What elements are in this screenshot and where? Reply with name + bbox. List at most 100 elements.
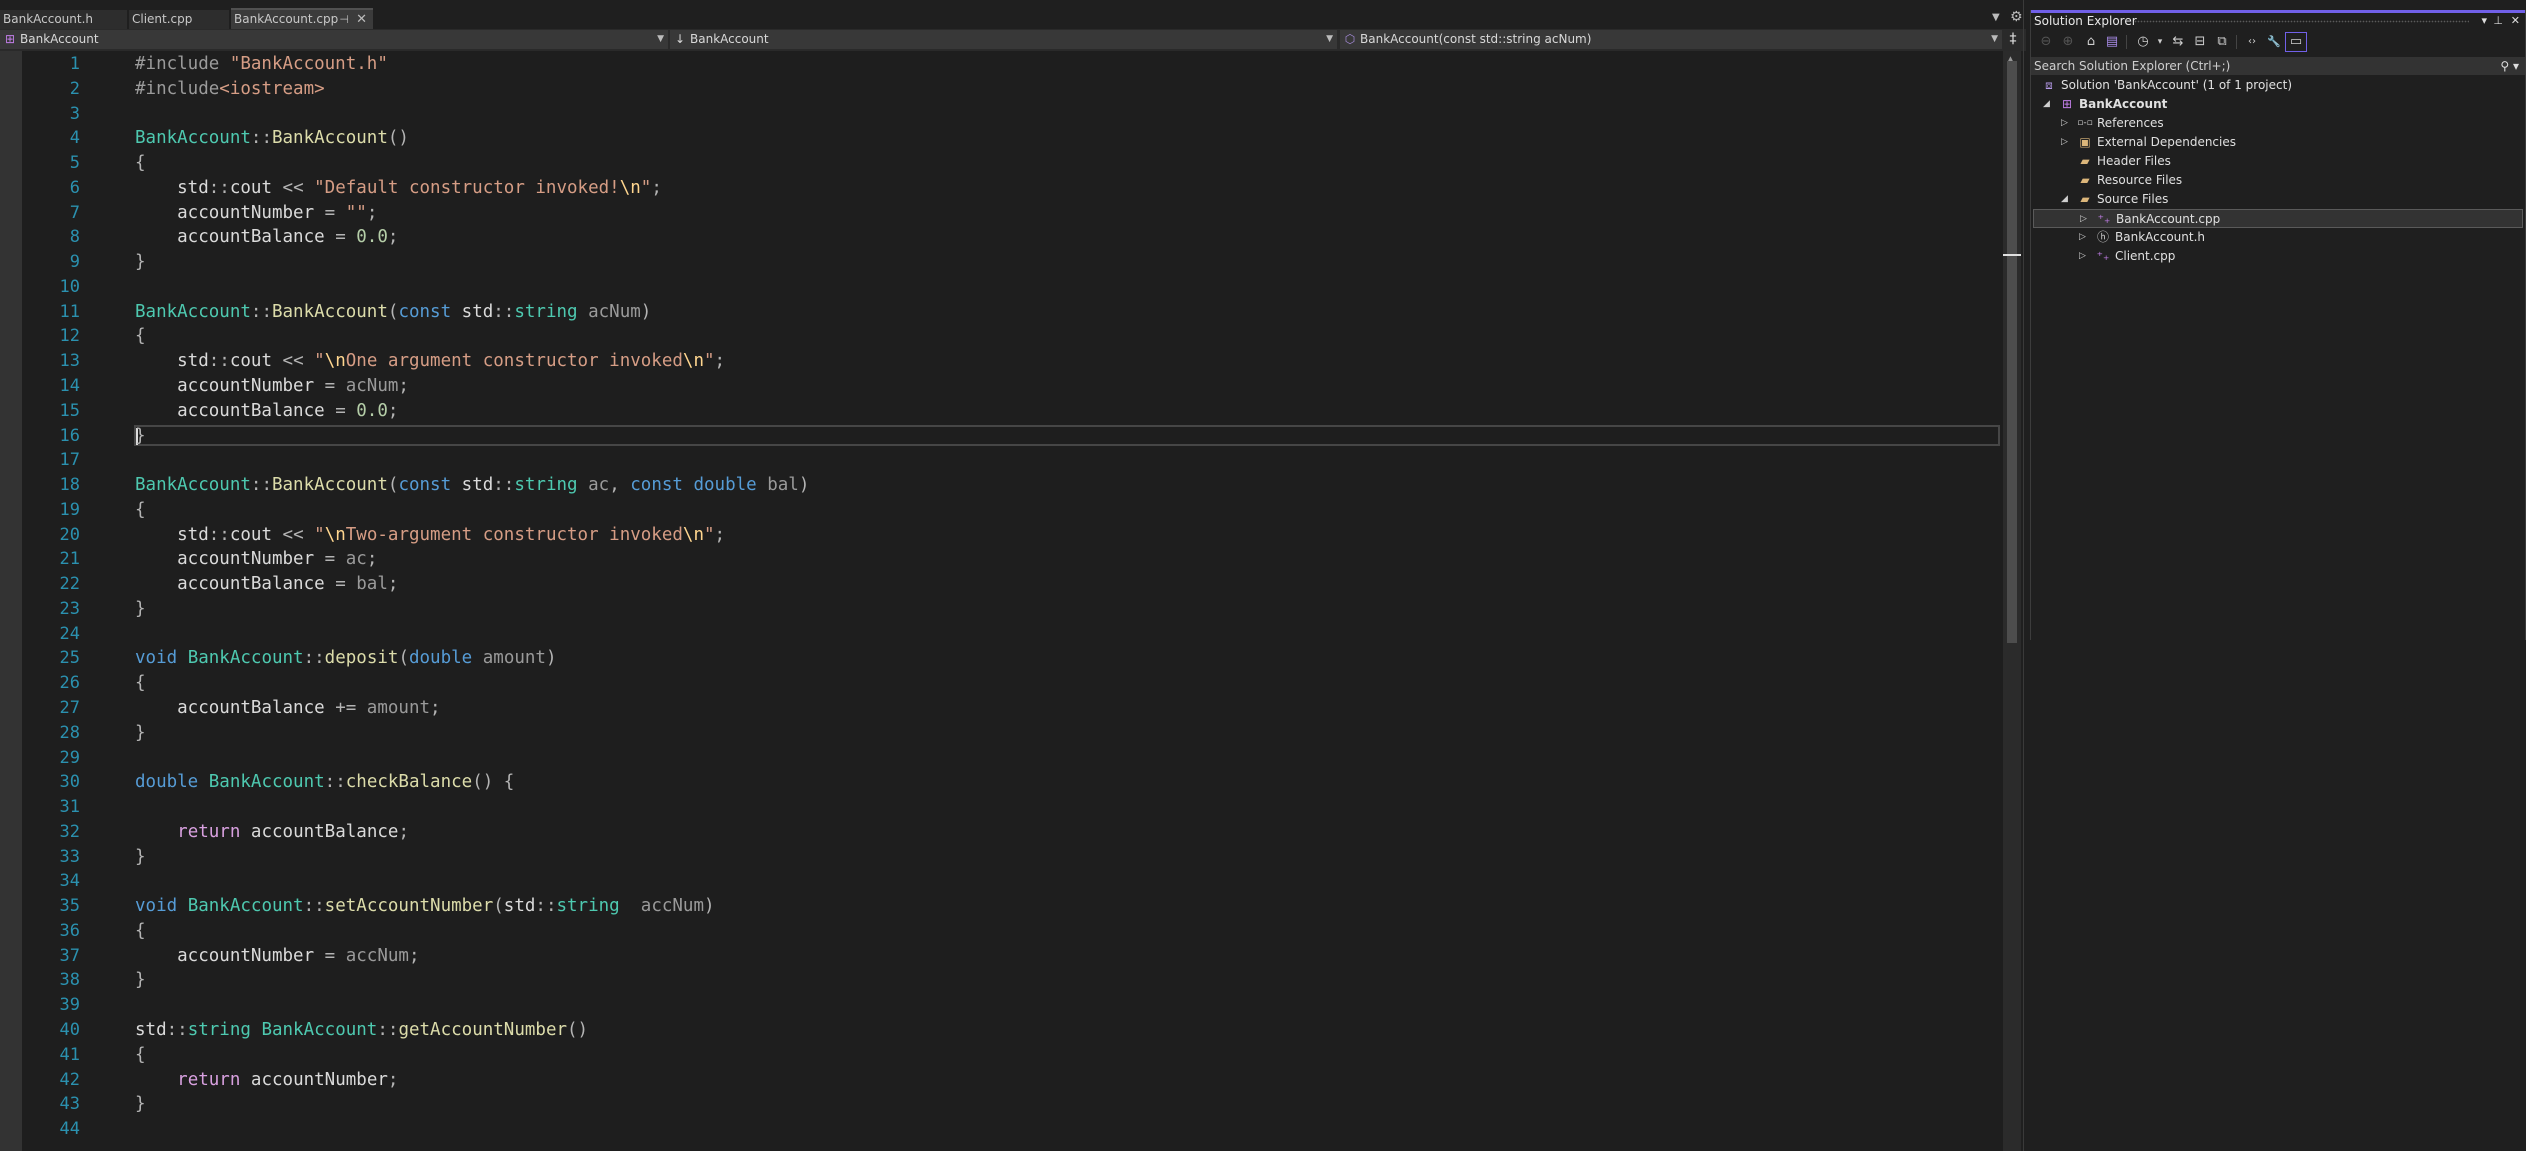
code-line[interactable]: void BankAccount::setAccountNumber(std::… bbox=[135, 894, 715, 919]
code-line[interactable]: } bbox=[135, 845, 146, 870]
tree-item-header-files[interactable]: ▰ Header Files bbox=[2033, 152, 2523, 171]
code-token: std bbox=[135, 524, 209, 545]
forward-icon[interactable]: ⊕ bbox=[2059, 33, 2077, 51]
code-token: } bbox=[135, 598, 146, 619]
tree-item-references[interactable]: ▷ ▫-▫ References bbox=[2033, 114, 2523, 133]
code-line[interactable]: accountNumber = ""; bbox=[135, 201, 377, 226]
code-token: setAccountNumber bbox=[324, 896, 494, 917]
tab-settings-gear-icon[interactable]: ⚙ bbox=[2010, 9, 2023, 25]
expand-arrow-icon[interactable]: ▷ bbox=[2061, 133, 2068, 152]
tab-bankaccount-cpp[interactable]: BankAccount.cpp ⊣ ✕ bbox=[231, 8, 373, 29]
project-dropdown[interactable]: ⊞ BankAccount ▼ bbox=[0, 30, 668, 49]
editor-vertical-scrollbar[interactable]: ▲ bbox=[2003, 51, 2021, 1151]
line-number: 18 bbox=[59, 475, 80, 496]
show-all-files-icon[interactable]: ⧉ bbox=[2213, 33, 2231, 51]
line-number: 3 bbox=[69, 103, 80, 124]
tree-item-external-dependencies[interactable]: ▷ ▣ External Dependencies bbox=[2033, 133, 2523, 152]
tab-client-cpp[interactable]: Client.cpp bbox=[129, 10, 229, 29]
tree-item-solution-bankaccount-1-of-1-project[interactable]: ⧈ Solution 'BankAccount' (1 of 1 project) bbox=[2033, 76, 2523, 95]
line-number: 28 bbox=[59, 722, 80, 743]
code-line[interactable]: std::string BankAccount::getAccountNumbe… bbox=[135, 1018, 588, 1043]
code-line[interactable]: double BankAccount::checkBalance() { bbox=[135, 770, 514, 795]
split-window-icon[interactable]: ‡ bbox=[2004, 30, 2022, 49]
view-code-icon[interactable]: ‹› bbox=[2243, 33, 2261, 51]
cpp-file-icon: ⁺₊ bbox=[2097, 212, 2111, 226]
code-line[interactable]: { bbox=[135, 151, 146, 176]
project-icon: ⊞ bbox=[2061, 97, 2073, 111]
code-line[interactable]: { bbox=[135, 498, 146, 523]
expand-arrow-icon[interactable]: ▷ bbox=[2061, 114, 2068, 133]
back-icon[interactable]: ⊖ bbox=[2037, 33, 2055, 51]
code-line[interactable]: return accountBalance; bbox=[135, 820, 409, 845]
close-tab-icon[interactable]: ✕ bbox=[356, 10, 367, 29]
code-line[interactable]: } bbox=[135, 424, 146, 449]
code-line[interactable]: { bbox=[135, 919, 146, 944]
close-panel-icon[interactable]: ✕ bbox=[2511, 14, 2520, 27]
code-token: ) bbox=[545, 648, 557, 669]
chevron-down-icon: ▼ bbox=[1991, 34, 1998, 44]
code-line[interactable]: #include "BankAccount.h" bbox=[135, 52, 388, 77]
tree-item-client-cpp[interactable]: ▷ ⁺₊ Client.cpp bbox=[2033, 247, 2523, 266]
collapse-arrow-icon[interactable]: ◢ bbox=[2061, 190, 2068, 209]
code-token: { bbox=[135, 920, 146, 941]
code-line[interactable]: BankAccount::BankAccount() bbox=[135, 126, 409, 151]
collapse-arrow-icon[interactable]: ◢ bbox=[2043, 95, 2050, 114]
member-dropdown[interactable]: ⬡ BankAccount(const std::string acNum) ▼ bbox=[1340, 30, 2002, 49]
code-line[interactable]: accountBalance = bal; bbox=[135, 572, 398, 597]
code-line[interactable]: } bbox=[135, 721, 146, 746]
sync-active-document-icon[interactable]: ⇆ bbox=[2169, 33, 2187, 51]
scrollbar-thumb[interactable] bbox=[2007, 61, 2017, 643]
tree-item-label: BankAccount.cpp bbox=[2116, 212, 2221, 226]
code-editor[interactable]: 1 2 3 4 5 6 7 8 9 10 11 12 13 14 15 16 17 18 19 20 21 22 23 24 2… bbox=[0, 51, 2003, 1151]
tab-bankaccount-h[interactable]: BankAccount.h bbox=[0, 10, 127, 29]
code-line[interactable]: } bbox=[135, 597, 146, 622]
expand-arrow-icon[interactable]: ▷ bbox=[2079, 247, 2086, 266]
properties-wrench-icon[interactable]: 🔧 bbox=[2265, 33, 2283, 51]
code-token: } bbox=[135, 722, 146, 743]
chevron-down-icon[interactable]: ▾ bbox=[2151, 33, 2169, 51]
preview-selected-items-icon[interactable]: ▭ bbox=[2285, 32, 2307, 52]
tree-item-bankaccount-h[interactable]: ▷ ⓗ BankAccount.h bbox=[2033, 228, 2523, 247]
code-line[interactable]: return accountNumber; bbox=[135, 1068, 398, 1093]
code-line[interactable]: } bbox=[135, 1092, 146, 1117]
window-position-dropdown-icon[interactable]: ▾ bbox=[2481, 14, 2487, 27]
expand-arrow-icon[interactable]: ▷ bbox=[2079, 228, 2086, 247]
pin-tab-icon[interactable]: ⊣ bbox=[339, 10, 349, 29]
code-line[interactable]: BankAccount::BankAccount(const std::stri… bbox=[135, 473, 809, 498]
search-icon[interactable]: ⚲ ▾ bbox=[2500, 57, 2519, 75]
code-line[interactable]: std::cout << "\nTwo-argument constructor… bbox=[135, 523, 725, 548]
code-line[interactable]: } bbox=[135, 968, 146, 993]
code-line[interactable]: accountNumber = ac; bbox=[135, 547, 377, 572]
tree-item-source-files[interactable]: ◢ ▰ Source Files bbox=[2033, 190, 2523, 209]
auto-hide-pin-icon[interactable]: ⊥ bbox=[2493, 14, 2503, 27]
code-line[interactable]: void BankAccount::deposit(double amount) bbox=[135, 646, 557, 671]
code-line[interactable]: accountBalance = 0.0; bbox=[135, 225, 398, 250]
scope-dropdown[interactable]: ↓ BankAccount ▼ bbox=[670, 30, 1337, 49]
search-input[interactable] bbox=[2033, 57, 2474, 75]
drag-handle-dots[interactable] bbox=[2134, 20, 2469, 23]
code-token: BankAccount bbox=[187, 896, 304, 917]
code-line[interactable]: accountNumber = accNum; bbox=[135, 944, 419, 969]
code-line[interactable]: BankAccount::BankAccount(const std::stri… bbox=[135, 300, 651, 325]
code-line[interactable]: accountBalance = 0.0; bbox=[135, 399, 398, 424]
panel-splitter[interactable] bbox=[2023, 0, 2024, 1151]
line-number: 41 bbox=[59, 1044, 80, 1065]
expand-arrow-icon[interactable]: ▷ bbox=[2080, 210, 2087, 229]
switch-views-icon[interactable]: ▤ bbox=[2103, 33, 2121, 51]
code-line[interactable]: std::cout << "Default constructor invoke… bbox=[135, 176, 662, 201]
code-line[interactable]: } bbox=[135, 250, 146, 275]
tree-item-bankaccount-cpp[interactable]: ▷ ⁺₊ BankAccount.cpp bbox=[2033, 209, 2523, 228]
home-icon[interactable]: ⌂ bbox=[2082, 33, 2100, 51]
pending-changes-filter-icon[interactable]: ◷ bbox=[2134, 33, 2152, 51]
collapse-all-icon[interactable]: ⊟ bbox=[2191, 33, 2209, 51]
code-line[interactable]: accountBalance += amount; bbox=[135, 696, 440, 721]
code-line[interactable]: accountNumber = acNum; bbox=[135, 374, 409, 399]
code-line[interactable]: { bbox=[135, 324, 146, 349]
code-line[interactable]: { bbox=[135, 671, 146, 696]
tab-overflow-dropdown-icon[interactable]: ▼ bbox=[1992, 12, 2000, 23]
tree-item-resource-files[interactable]: ▰ Resource Files bbox=[2033, 171, 2523, 190]
code-line[interactable]: #include<iostream> bbox=[135, 77, 325, 102]
code-line[interactable]: { bbox=[135, 1043, 146, 1068]
code-line[interactable]: std::cout << "\nOne argument constructor… bbox=[135, 349, 725, 374]
tree-item-bankaccount[interactable]: ◢ ⊞ BankAccount bbox=[2033, 95, 2523, 114]
